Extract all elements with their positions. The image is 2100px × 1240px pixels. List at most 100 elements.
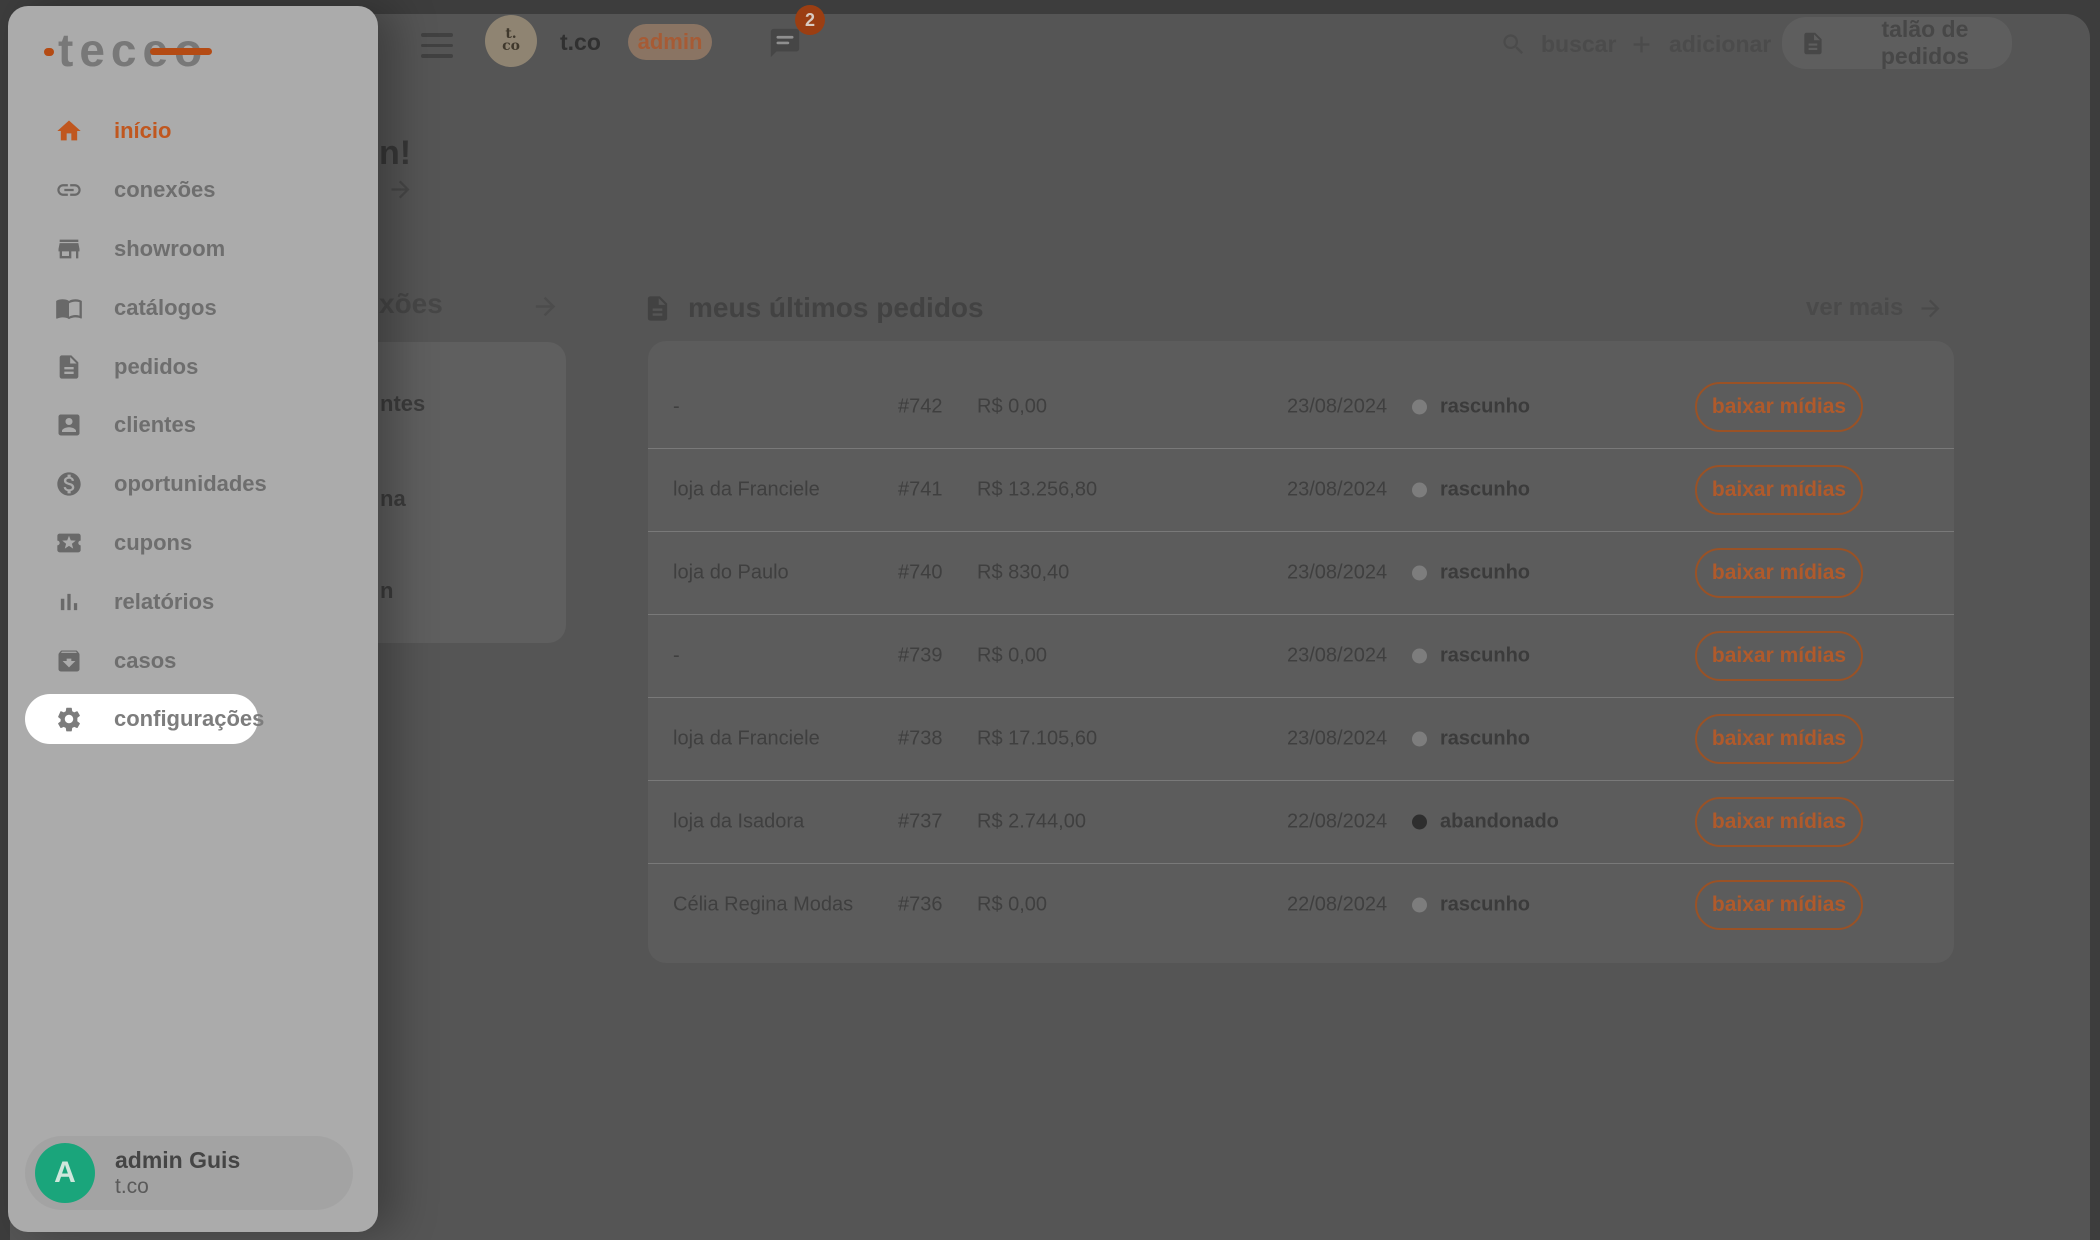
greeting-arrow-icon[interactable] xyxy=(387,176,414,203)
sidebar-item-catalogos[interactable]: catálogos xyxy=(8,278,378,337)
notification-badge: 2 xyxy=(795,5,825,35)
link-icon xyxy=(55,176,83,204)
home-icon xyxy=(55,117,83,145)
download-media-button[interactable]: baixar mídias xyxy=(1695,548,1863,598)
sidebar-item-pedidos[interactable]: pedidos xyxy=(8,337,378,396)
order-client: loja da Franciele xyxy=(673,478,820,501)
order-number: #736 xyxy=(898,893,943,916)
download-media-label: baixar mídias xyxy=(1711,395,1847,418)
status-dot xyxy=(1412,897,1427,913)
avatar: A xyxy=(35,1143,95,1203)
logo-dot xyxy=(44,48,54,56)
workspace-avatar-line2: co xyxy=(502,38,520,54)
connections-heading-fragment: xões xyxy=(379,288,443,319)
table-row: - #739 R$ 0,00 23/08/2024 rascunho baixa… xyxy=(648,614,1954,697)
order-amount: R$ 0,00 xyxy=(977,644,1048,667)
order-client: - xyxy=(673,644,680,667)
status-label: abandonado xyxy=(1440,810,1559,833)
logo-strike-bar xyxy=(150,48,212,55)
book-icon xyxy=(55,294,83,322)
chat-icon xyxy=(768,26,802,60)
order-client: loja do Paulo xyxy=(673,561,789,584)
sidebar-item-conexoes[interactable]: conexões xyxy=(8,161,378,220)
order-status: rascunho xyxy=(1412,562,1530,585)
user-org: t.co xyxy=(115,1174,149,1198)
workspace-avatar[interactable]: t. co xyxy=(485,15,537,67)
order-amount: R$ 830,40 xyxy=(977,561,1070,584)
add-button[interactable]: adicionar xyxy=(1628,18,1771,70)
download-media-label: baixar mídias xyxy=(1711,478,1847,501)
storefront-icon xyxy=(55,235,83,263)
order-number: #740 xyxy=(898,561,943,584)
order-client: loja da Isadora xyxy=(673,810,805,833)
order-date: 22/08/2024 xyxy=(1287,893,1388,916)
plus-icon xyxy=(1628,31,1655,58)
order-status: rascunho xyxy=(1412,728,1530,751)
archive-icon xyxy=(55,647,83,675)
document-icon xyxy=(643,294,672,323)
sidebar-item-casos[interactable]: casos xyxy=(8,631,378,690)
order-number: #737 xyxy=(898,810,943,833)
sidebar-item-relatorios[interactable]: relatórios xyxy=(8,572,378,631)
status-dot xyxy=(1412,814,1427,830)
order-status: rascunho xyxy=(1412,396,1530,419)
gear-icon xyxy=(55,705,83,733)
menu-button[interactable] xyxy=(421,33,453,58)
sidebar-item-cupons[interactable]: cupons xyxy=(8,514,378,573)
sidebar: teceo início conexões showroom catálogos… xyxy=(8,6,378,1232)
order-amount: R$ 13.256,80 xyxy=(977,478,1098,501)
status-dot xyxy=(1412,399,1427,415)
download-media-button[interactable]: baixar mídias xyxy=(1695,880,1863,930)
download-media-button[interactable]: baixar mídias xyxy=(1695,465,1863,515)
sidebar-item-showroom[interactable]: showroom xyxy=(8,220,378,279)
connection-item-fragment: ntes xyxy=(380,391,426,416)
order-amount: R$ 2.744,00 xyxy=(977,810,1086,833)
page: t. co t.co admin 2 buscar adicionar talã… xyxy=(0,0,2100,1240)
order-client: Célia Regina Modas xyxy=(673,893,854,916)
teceo-logo: teceo xyxy=(8,22,378,78)
download-media-button[interactable]: baixar mídias xyxy=(1695,631,1863,681)
sidebar-item-inicio[interactable]: início xyxy=(8,102,378,161)
connections-arrow-icon[interactable] xyxy=(531,292,560,321)
order-client: - xyxy=(673,395,680,418)
order-status: rascunho xyxy=(1412,479,1530,502)
chat-button[interactable]: 2 xyxy=(766,5,826,61)
download-media-button[interactable]: baixar mídias xyxy=(1695,382,1863,432)
order-date: 23/08/2024 xyxy=(1287,395,1388,418)
orders-heading: meus últimos pedidos xyxy=(643,292,984,324)
chart-icon xyxy=(55,588,83,616)
order-status: abandonado xyxy=(1412,811,1559,834)
document-icon xyxy=(55,353,83,381)
sidebar-item-clientes[interactable]: clientes xyxy=(8,396,378,455)
order-number: #739 xyxy=(898,644,943,667)
table-row: loja da Isadora #737 R$ 2.744,00 22/08/2… xyxy=(648,780,1954,863)
admin-badge: admin xyxy=(628,24,712,60)
status-dot xyxy=(1412,731,1427,747)
order-pad-button[interactable]: talão de pedidos xyxy=(1782,16,2012,69)
see-more-link[interactable]: ver mais xyxy=(1806,294,1944,322)
order-date: 23/08/2024 xyxy=(1287,727,1388,750)
table-row: loja da Franciele #741 R$ 13.256,80 23/0… xyxy=(648,448,1954,531)
dollar-icon xyxy=(55,470,83,498)
orders-list: - #742 R$ 0,00 23/08/2024 rascunho baixa… xyxy=(648,366,1954,946)
see-more-label: ver mais xyxy=(1806,294,1904,321)
sidebar-item-configuracoes[interactable]: configurações xyxy=(8,690,378,749)
status-dot xyxy=(1412,648,1427,664)
sidebar-item-oportunidades[interactable]: oportunidades xyxy=(8,455,378,514)
order-amount: R$ 17.105,60 xyxy=(977,727,1098,750)
table-row: Célia Regina Modas #736 R$ 0,00 22/08/20… xyxy=(648,863,1954,946)
order-pad-label: talão de pedidos xyxy=(1880,16,1970,69)
search-button[interactable]: buscar xyxy=(1500,18,1616,70)
contact-icon xyxy=(55,411,83,439)
greeting-fragment: n! xyxy=(379,134,412,172)
add-label: adicionar xyxy=(1669,30,1772,57)
orders-heading-label: meus últimos pedidos xyxy=(688,292,984,323)
order-date: 22/08/2024 xyxy=(1287,810,1388,833)
status-label: rascunho xyxy=(1440,561,1531,584)
order-date: 23/08/2024 xyxy=(1287,561,1388,584)
download-media-label: baixar mídias xyxy=(1711,727,1847,750)
download-media-button[interactable]: baixar mídias xyxy=(1695,714,1863,764)
connection-item-fragment: na xyxy=(380,486,406,511)
download-media-button[interactable]: baixar mídias xyxy=(1695,797,1863,847)
user-chip[interactable]: A admin Guis t.co xyxy=(25,1136,353,1210)
